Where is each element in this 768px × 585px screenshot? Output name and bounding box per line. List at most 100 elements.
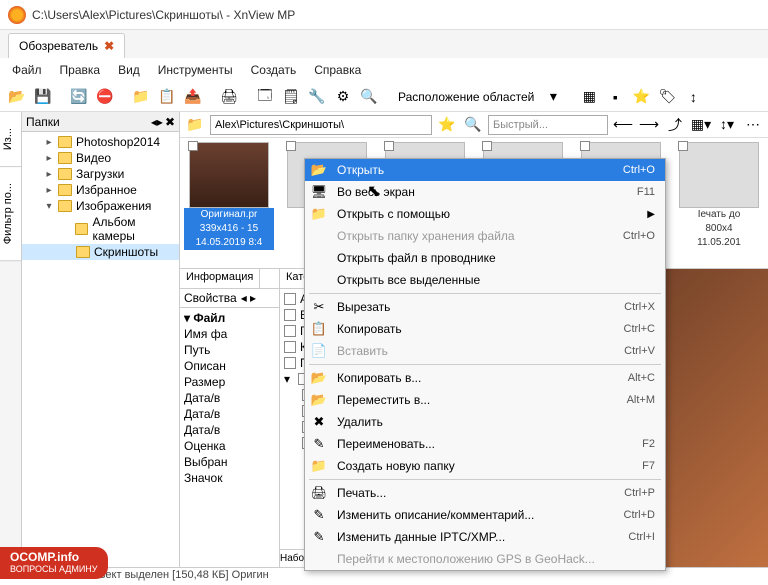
convert-icon[interactable]: 🔧 [306, 86, 328, 108]
menu-help[interactable]: Справка [306, 61, 369, 79]
info-row: Выбран [184, 454, 275, 470]
ctx-shortcut: Ctrl+C [624, 323, 655, 335]
refresh-icon[interactable]: 🔍 [462, 114, 484, 136]
thumbnail-selected[interactable]: Оригинал.pr 339x416 - 15 14.05.2019 8:4 [184, 142, 274, 264]
ctx-item[interactable]: ✖Удалить [305, 411, 665, 433]
ctx-label: Открыть [337, 163, 615, 177]
ctx-item[interactable]: ✂ВырезатьCtrl+X [305, 296, 665, 318]
ctx-label: Создать новую папку [337, 459, 634, 473]
close-pane-icon[interactable]: ✖ [165, 115, 175, 129]
ctx-item[interactable]: 📂Переместить в...Alt+M [305, 389, 665, 411]
ctx-icon: 📂 [309, 162, 329, 178]
ctx-shortcut: Ctrl+O [623, 230, 655, 242]
star-icon[interactable]: ⭐ [630, 86, 652, 108]
ctx-item[interactable]: ✎Переименовать...F2 [305, 433, 665, 455]
vtab-favorites[interactable]: Из... [0, 112, 21, 167]
vtab-filter[interactable]: Фильтр по... [0, 167, 21, 261]
tree-item: ▸Загрузки [22, 166, 179, 182]
ctx-item[interactable]: 🖥Во весь экранF11 [305, 181, 665, 203]
view-dropdown-icon[interactable]: ▦▾ [690, 114, 712, 136]
ctx-shortcut: Ctrl+O [623, 164, 655, 176]
scroll-arrows[interactable]: ◂ ▸ [241, 291, 256, 305]
ctx-icon: 🖥 [309, 184, 329, 200]
refresh-icon[interactable]: 🔄 [68, 86, 90, 108]
folders-title: Папки [26, 115, 60, 129]
ctx-label: Переименовать... [337, 437, 634, 451]
ctx-item[interactable]: 📂Копировать в...Alt+C [305, 367, 665, 389]
favorite-icon[interactable]: ⭐ [436, 114, 458, 136]
ctx-item[interactable]: 📁Создать новую папкуF7 [305, 455, 665, 477]
folder-icon [58, 200, 72, 212]
thumbs-icon[interactable]: 🗔 [254, 86, 276, 108]
forward-icon[interactable]: ⟶ [638, 114, 660, 136]
save-icon[interactable]: 💾 [32, 86, 54, 108]
thumbnail[interactable]: Іечать до 800x4 11.05.201 [674, 142, 764, 264]
ctx-label: Копировать [337, 322, 616, 336]
ctx-item[interactable]: 📂 Открыть Ctrl+O [305, 159, 665, 181]
app-icon [8, 6, 26, 24]
ctx-item[interactable]: Открыть файл в проводнике [305, 247, 665, 269]
batch-icon[interactable]: ⚙ [332, 86, 354, 108]
open-icon[interactable]: 📂 [6, 86, 28, 108]
info-row: Имя фа [184, 326, 275, 342]
tab-info[interactable]: Информация [180, 269, 260, 288]
tree-item: ▸Избранное [22, 182, 179, 198]
layout2-icon[interactable]: ▪ [604, 86, 626, 108]
layout1-icon[interactable]: ▦ [578, 86, 600, 108]
tab-browser[interactable]: Обозреватель ✖ [8, 33, 125, 58]
menu-view[interactable]: Вид [110, 61, 148, 79]
info-group: ▾ Файл [184, 310, 275, 326]
sort-icon[interactable]: ↕ [682, 86, 704, 108]
search-icon[interactable]: 🔍 [358, 86, 380, 108]
tab-props[interactable]: Свойства [184, 291, 237, 305]
ctx-icon: 📁 [309, 206, 329, 222]
window-title: C:\Users\Alex\Pictures\Скриншоты\ - XnVi… [32, 8, 295, 22]
up-icon[interactable]: ⤴ [664, 114, 686, 136]
ctx-item[interactable]: 📋КопироватьCtrl+C [305, 318, 665, 340]
info-row: Дата/в [184, 422, 275, 438]
ctx-label: Печать... [337, 486, 616, 500]
menu-file[interactable]: Файл [4, 61, 50, 79]
more-icon[interactable]: ⋯ [742, 114, 764, 136]
close-icon[interactable]: ✖ [104, 39, 114, 53]
pin-icon[interactable]: ◂▸ [151, 115, 163, 129]
folders-header: Папки ◂▸ ✖ [22, 112, 179, 132]
print-icon[interactable]: 🖨 [218, 86, 240, 108]
back-icon[interactable]: ⟵ [612, 114, 634, 136]
ctx-shortcut: Alt+C [628, 372, 655, 384]
menu-create[interactable]: Создать [243, 61, 305, 79]
ctx-item[interactable]: 🖨Печать...Ctrl+P [305, 482, 665, 504]
tree-item: ▸Видео [22, 150, 179, 166]
folder-tree[interactable]: ▸Photoshop2014 ▸Видео ▸Загрузки ▸Избранн… [22, 132, 179, 567]
ctx-item[interactable]: Открыть все выделенные [305, 269, 665, 291]
quick-search[interactable]: Быстрый... [488, 115, 608, 135]
document-tabbar: Обозреватель ✖ [0, 30, 768, 58]
ctx-shortcut: Ctrl+X [624, 301, 655, 313]
dropdown-icon[interactable]: ▾ [542, 86, 564, 108]
list-icon[interactable]: 🗒 [280, 86, 302, 108]
folder-icon[interactable]: 📁 [184, 114, 206, 136]
submenu-arrow-icon: ▶ [647, 209, 655, 220]
ctx-item[interactable]: ✎Изменить описание/комментарий...Ctrl+D [305, 504, 665, 526]
menu-tools[interactable]: Инструменты [150, 61, 241, 79]
ctx-label: Изменить описание/комментарий... [337, 508, 616, 522]
thumb-checkbox[interactable] [188, 141, 198, 151]
copy-icon[interactable]: 📋 [156, 86, 178, 108]
tag-icon[interactable]: 🏷 [656, 86, 678, 108]
layout-label: Расположение областей [394, 90, 538, 104]
ctx-label: Открыть файл в проводнике [337, 251, 655, 265]
ctx-shortcut: Alt+M [627, 394, 655, 406]
folder-up-icon[interactable]: 📁 [130, 86, 152, 108]
folder-icon [75, 223, 88, 235]
tree-item: ▾Изображения [22, 198, 179, 214]
move-icon[interactable]: 📤 [182, 86, 204, 108]
ctx-label: Открыть папку хранения файла [337, 229, 615, 243]
menu-edit[interactable]: Правка [52, 61, 109, 79]
ctx-item[interactable]: ✎Изменить данные IPTC/XMP...Ctrl+I [305, 526, 665, 548]
ctx-item[interactable]: 📁Открыть с помощью▶ [305, 203, 665, 225]
address-input[interactable]: Alex\Pictures\Скриншоты\ [210, 115, 432, 135]
info-row: Дата/в [184, 390, 275, 406]
cancel-icon[interactable]: ⛔ [94, 86, 116, 108]
tree-item: ▸Photoshop2014 [22, 134, 179, 150]
sort-dropdown-icon[interactable]: ↕▾ [716, 114, 738, 136]
